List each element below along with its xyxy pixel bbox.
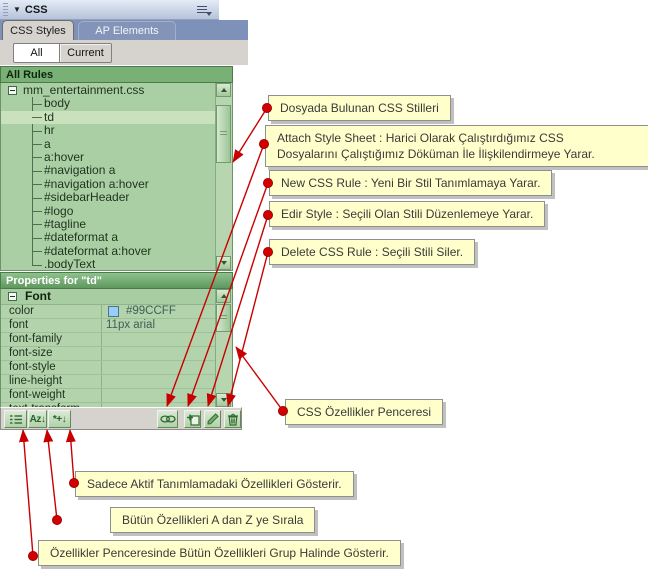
property-row[interactable]: font-family — [1, 333, 232, 347]
stylesheet-root-item[interactable]: mm_entertainment.css — [1, 84, 216, 97]
callout-css-styles-in-file: Dosyada Bulunan CSS Stilleri — [268, 95, 451, 121]
callout-attach-style-sheet: Attach Style Sheet : Harici Olarak Çalış… — [265, 125, 648, 167]
css-rule-item[interactable]: #navigation a — [1, 164, 216, 177]
property-value-cell[interactable] — [101, 347, 232, 360]
properties-scrollbar[interactable] — [215, 289, 232, 407]
css-rule-item[interactable]: body — [1, 97, 216, 110]
css-rule-item[interactable]: hr — [1, 124, 216, 137]
properties-grid: Font color #99CCFF font 11px arial font-… — [0, 289, 233, 407]
css-rule-item[interactable]: .bodyText — [1, 258, 216, 271]
rules-scrollbar[interactable] — [215, 83, 232, 270]
css-rules-list: mm_entertainment.css body td hr a a:hove… — [0, 83, 233, 271]
all-button[interactable]: All — [13, 43, 60, 63]
panel-grip-icon[interactable] — [3, 3, 8, 16]
css-rule-item[interactable]: a — [1, 138, 216, 151]
css-rules-tree: mm_entertainment.css body td hr a a:hove… — [1, 84, 216, 270]
property-name-cell[interactable]: font — [1, 319, 101, 332]
tab-bar: CSS Styles AP Elements — [0, 20, 248, 40]
css-rule-item[interactable]: #navigation a:hover — [1, 178, 216, 191]
css-panel-toolbar: Az↓ *+↓ — [0, 407, 242, 430]
property-name-cell[interactable]: font-style — [1, 361, 101, 374]
property-value-cell[interactable] — [101, 361, 232, 374]
scroll-down-icon[interactable] — [216, 393, 231, 407]
property-name-cell[interactable]: color — [1, 305, 101, 318]
css-rule-item[interactable]: #dateformat a — [1, 231, 216, 244]
font-group-row[interactable]: Font — [1, 289, 232, 305]
css-rule-item[interactable]: #logo — [1, 205, 216, 218]
current-button[interactable]: Current — [59, 43, 112, 63]
property-name-cell[interactable]: font-family — [1, 333, 101, 346]
css-rule-item[interactable]: #dateformat a:hover — [1, 245, 216, 258]
callout-css-properties-window: CSS Özellikler Penceresi — [285, 399, 443, 425]
collapse-minus-icon[interactable] — [8, 86, 17, 95]
property-row[interactable]: font-style — [1, 361, 232, 375]
scroll-up-icon[interactable] — [216, 289, 231, 303]
property-value-cell[interactable]: #99CCFF — [101, 305, 232, 318]
chain-link-icon — [160, 414, 176, 424]
new-css-rule-button[interactable] — [184, 410, 201, 428]
property-name-cell[interactable]: font-weight — [1, 389, 101, 402]
delete-css-rule-button[interactable] — [224, 410, 241, 428]
show-category-view-button[interactable] — [4, 410, 27, 428]
new-document-plus-icon — [186, 413, 200, 426]
screenshot: ▼ CSS CSS Styles AP Elements All Current… — [0, 0, 648, 573]
callout-group-properties: Özellikler Penceresinde Bütün Özellikler… — [38, 540, 401, 566]
category-view-icon — [9, 414, 23, 425]
property-row[interactable]: font-size — [1, 347, 232, 361]
property-name-cell[interactable]: font-size — [1, 347, 101, 360]
property-value-cell[interactable]: 11px arial — [101, 319, 232, 332]
property-row[interactable]: color #99CCFF — [1, 305, 232, 319]
callout-new-css-rule: New CSS Rule : Yeni Bir Stil Tanımlamaya… — [269, 170, 552, 196]
tab-css-styles[interactable]: CSS Styles — [2, 20, 74, 40]
panel-title: CSS — [25, 4, 48, 16]
callout-show-set-properties: Sadece Aktif Tanımlamadaki Özellikleri G… — [75, 471, 354, 497]
color-swatch[interactable] — [108, 306, 119, 317]
css-rule-item[interactable]: #tagline — [1, 218, 216, 231]
callout-delete-css-rule: Delete CSS Rule : Seçili Stili Siler. — [269, 239, 475, 265]
property-row[interactable]: font 11px arial — [1, 319, 232, 333]
show-list-view-button[interactable]: Az↓ — [28, 410, 47, 428]
pencil-icon — [206, 413, 220, 426]
css-panel-header: ▼ CSS — [0, 0, 219, 20]
all-rules-header: All Rules — [0, 66, 233, 83]
property-value-cell[interactable] — [101, 375, 232, 388]
scrollbar-thumb[interactable] — [216, 105, 231, 163]
mode-button-row: All Current — [0, 40, 248, 65]
attach-style-sheet-button[interactable] — [157, 410, 178, 428]
collapse-caret-icon[interactable]: ▼ — [13, 6, 21, 14]
scroll-up-icon[interactable] — [216, 83, 231, 97]
property-row[interactable]: line-height — [1, 375, 232, 389]
show-only-set-properties-button[interactable]: *+↓ — [48, 410, 71, 428]
property-name-cell[interactable]: line-height — [1, 375, 101, 388]
properties-header: Properties for "td" — [0, 272, 233, 289]
css-rule-item[interactable]: #sidebarHeader — [1, 191, 216, 204]
property-value-cell[interactable] — [101, 389, 232, 402]
collapse-minus-icon[interactable] — [8, 292, 17, 301]
css-rule-item[interactable]: a:hover — [1, 151, 216, 164]
callout-sort-a-to-z: Bütün Özellikleri A dan Z ye Sırala — [110, 507, 315, 533]
tab-ap-elements[interactable]: AP Elements — [78, 21, 176, 40]
callout-edit-style: Edir Style : Seçili Olan Stili Düzenleme… — [269, 201, 545, 227]
set-properties-icon: *+↓ — [53, 414, 66, 425]
scrollbar-thumb[interactable] — [216, 304, 231, 332]
panel-options-menu-icon[interactable] — [197, 4, 212, 16]
sort-az-icon: Az↓ — [30, 414, 46, 425]
css-rule-item-selected[interactable]: td — [1, 111, 216, 124]
scroll-down-icon[interactable] — [216, 256, 231, 270]
trash-icon — [226, 413, 240, 426]
edit-style-button[interactable] — [204, 410, 221, 428]
property-row[interactable]: font-weight — [1, 389, 232, 403]
property-value-cell[interactable] — [101, 333, 232, 346]
